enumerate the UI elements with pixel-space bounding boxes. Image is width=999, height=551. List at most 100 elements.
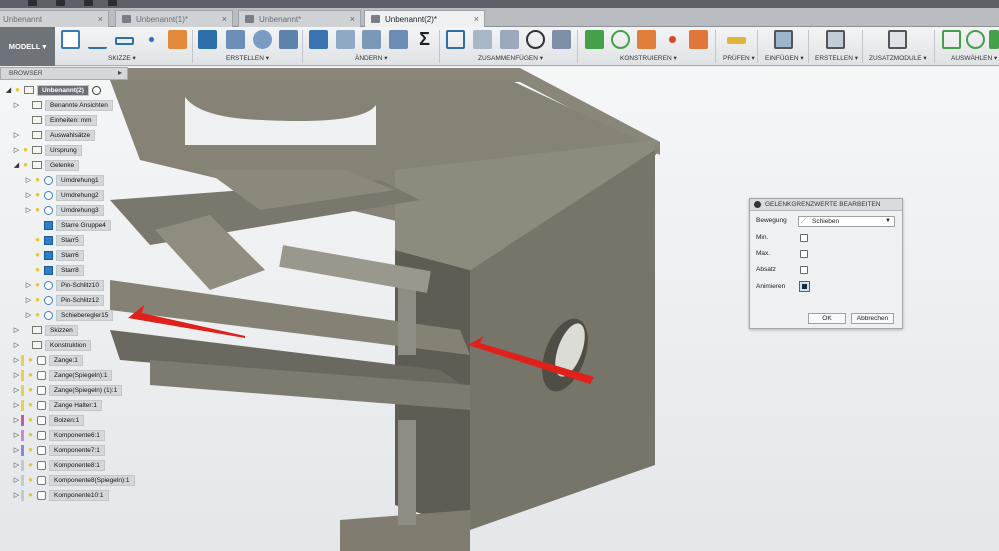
tree-root[interactable]: ◢ ● Unbenannt(2) xyxy=(4,84,101,96)
expand-arrow-icon[interactable]: ▷ xyxy=(12,476,21,484)
min-checkbox[interactable] xyxy=(800,234,808,242)
tree-item[interactable]: ▷ Auswahlsätze xyxy=(12,129,96,141)
lightbulb-icon[interactable]: ● xyxy=(33,175,42,185)
tab-unbenannt-2[interactable]: Unbenannt(2)* × xyxy=(364,10,485,27)
tree-item[interactable]: ● Starr8 xyxy=(24,264,84,276)
tree-item[interactable]: ▷ Konstruktion xyxy=(12,339,92,351)
lightbulb-icon[interactable]: ● xyxy=(33,250,42,260)
einfuegen-menu[interactable]: EINFÜGEN ▾ xyxy=(765,54,804,62)
expand-arrow-icon[interactable]: ▷ xyxy=(12,146,21,154)
expand-arrow-icon[interactable]: ▷ xyxy=(12,461,21,469)
animieren-checkbox[interactable] xyxy=(799,281,810,292)
lightbulb-icon[interactable]: ● xyxy=(26,355,35,365)
workspace-switcher[interactable]: MODELL ▾ xyxy=(0,27,55,66)
tree-item[interactable]: ▷ ● Zange(Spiegeln) (1):1 xyxy=(12,384,123,396)
save-icon[interactable] xyxy=(56,0,65,6)
close-icon[interactable]: × xyxy=(98,14,103,24)
close-icon[interactable]: × xyxy=(222,14,227,24)
motion-link-icon[interactable] xyxy=(552,30,571,49)
new-component-assembly-icon[interactable] xyxy=(446,30,465,49)
expand-arrow-icon[interactable]: ▷ xyxy=(24,296,33,304)
lightbulb-icon[interactable]: ● xyxy=(26,370,35,380)
tree-item[interactable]: ▷ ● Umdrehung2 xyxy=(24,189,104,201)
tree-item[interactable]: ● Starr6 xyxy=(24,249,84,261)
auswaehlen-menu[interactable]: AUSWÄHLEN ▾ xyxy=(951,54,997,62)
erstellen2-menu[interactable]: ERSTELLEN ▾ xyxy=(815,54,858,62)
tree-item[interactable]: ▷ ● Pin-Schlitz10 xyxy=(24,279,104,291)
lightbulb-icon[interactable]: ● xyxy=(26,490,35,500)
plane-at-angle-icon[interactable] xyxy=(637,30,656,49)
point-icon[interactable] xyxy=(142,30,161,49)
aendern-menu[interactable]: ÄNDERN ▾ xyxy=(355,54,388,62)
expand-arrow-icon[interactable]: ▷ xyxy=(12,356,21,364)
tree-item[interactable]: ● Starr5 xyxy=(24,234,84,246)
collapse-arrow-icon[interactable]: ◢ xyxy=(4,86,13,94)
expand-arrow-icon[interactable]: ▷ xyxy=(12,326,21,334)
lightbulb-icon[interactable]: ● xyxy=(26,400,35,410)
point-construct-icon[interactable] xyxy=(663,30,682,49)
tree-item[interactable]: ▷ ● Bolzen:1 xyxy=(12,414,85,426)
lightbulb-icon[interactable]: ● xyxy=(33,265,42,275)
new-component-icon[interactable] xyxy=(198,30,217,49)
expand-arrow-icon[interactable]: ▷ xyxy=(12,446,21,454)
tree-item[interactable]: ▷ ● Komponente10:1 xyxy=(12,489,109,501)
tree-item[interactable]: ▷ ● Umdrehung3 xyxy=(24,204,104,216)
expand-arrow-icon[interactable]: ▷ xyxy=(12,401,21,409)
overflow-icon[interactable] xyxy=(989,30,999,49)
expand-arrow-icon[interactable]: ▷ xyxy=(24,281,33,289)
erstellen-menu[interactable]: ERSTELLEN ▾ xyxy=(226,54,269,62)
insert-image-icon[interactable] xyxy=(774,30,793,49)
skizze-menu[interactable]: SKIZZE ▾ xyxy=(108,54,136,62)
menu-icon[interactable] xyxy=(28,0,37,6)
close-icon[interactable]: × xyxy=(350,14,355,24)
bewegung-dropdown[interactable]: ⟋ Schieben ▼ xyxy=(798,216,895,227)
expand-arrow-icon[interactable]: ▷ xyxy=(12,491,21,499)
ok-button[interactable]: OK xyxy=(808,313,846,324)
cancel-button[interactable]: Abbrechen xyxy=(851,313,894,324)
max-checkbox[interactable] xyxy=(800,250,808,258)
expand-arrow-icon[interactable]: ◢ xyxy=(12,161,21,169)
tree-item[interactable]: ▷ ● Pin-Schlitz12 xyxy=(24,294,104,306)
shell-icon[interactable] xyxy=(389,30,408,49)
midplane-icon[interactable] xyxy=(689,30,708,49)
guide-pin-2[interactable] xyxy=(398,420,416,525)
expand-arrow-icon[interactable]: ▷ xyxy=(24,311,33,319)
lightbulb-icon[interactable]: ● xyxy=(33,310,42,320)
select-icon[interactable] xyxy=(942,30,961,49)
joint-origin-icon[interactable] xyxy=(526,30,545,49)
tree-item[interactable]: ▷ ● Komponente8:1 xyxy=(12,459,105,471)
tree-item[interactable]: ▷ ● Schieberegler15 xyxy=(24,309,114,321)
tab-unbenannt[interactable]: Unbenannt × xyxy=(0,10,109,27)
konstruieren-menu[interactable]: KONSTRUIEREN ▾ xyxy=(620,54,677,62)
tab-unbenannt-1[interactable]: Unbenannt(1)* × xyxy=(115,10,233,27)
lightbulb-icon[interactable]: ● xyxy=(21,160,30,170)
lightbulb-icon[interactable]: ● xyxy=(21,145,30,155)
as-built-joint-icon[interactable] xyxy=(500,30,519,49)
expand-arrow-icon[interactable]: ▷ xyxy=(12,386,21,394)
tree-item[interactable]: Starre Gruppe4 xyxy=(24,219,111,231)
lightbulb-icon[interactable]: ● xyxy=(26,415,35,425)
lightbulb-icon[interactable]: ● xyxy=(33,295,42,305)
tree-item[interactable]: ▷ ● Zange(Spiegeln):1 xyxy=(12,369,113,381)
lightbulb-icon[interactable]: ● xyxy=(33,235,42,245)
revolve-icon[interactable] xyxy=(253,30,272,49)
sketch-icon[interactable] xyxy=(61,30,80,49)
expand-arrow-icon[interactable]: ▷ xyxy=(12,101,21,109)
render-icon[interactable] xyxy=(826,30,845,49)
axis-icon[interactable] xyxy=(611,30,630,49)
rectangle-icon[interactable] xyxy=(115,37,134,45)
zusatzmodule-menu[interactable]: ZUSATZMODULE ▾ xyxy=(869,54,927,62)
tree-item[interactable]: ▷ Benannte Ansichten xyxy=(12,99,113,111)
redo-icon[interactable] xyxy=(108,0,117,6)
collapse-icon[interactable] xyxy=(754,201,761,208)
stop-sketch-icon[interactable] xyxy=(168,30,187,49)
close-icon[interactable]: × xyxy=(474,14,479,24)
expand-arrow-icon[interactable]: ▷ xyxy=(12,371,21,379)
pruefen-menu[interactable]: PRÜFEN ▾ xyxy=(723,54,755,62)
tree-item[interactable]: ▷ ● Komponente6:1 xyxy=(12,429,105,441)
expand-arrow-icon[interactable]: ▷ xyxy=(24,176,33,184)
lightbulb-icon[interactable]: ● xyxy=(26,475,35,485)
lightbulb-icon[interactable]: ● xyxy=(26,385,35,395)
line-icon[interactable] xyxy=(88,30,107,49)
expand-arrow-icon[interactable]: ▷ xyxy=(24,206,33,214)
